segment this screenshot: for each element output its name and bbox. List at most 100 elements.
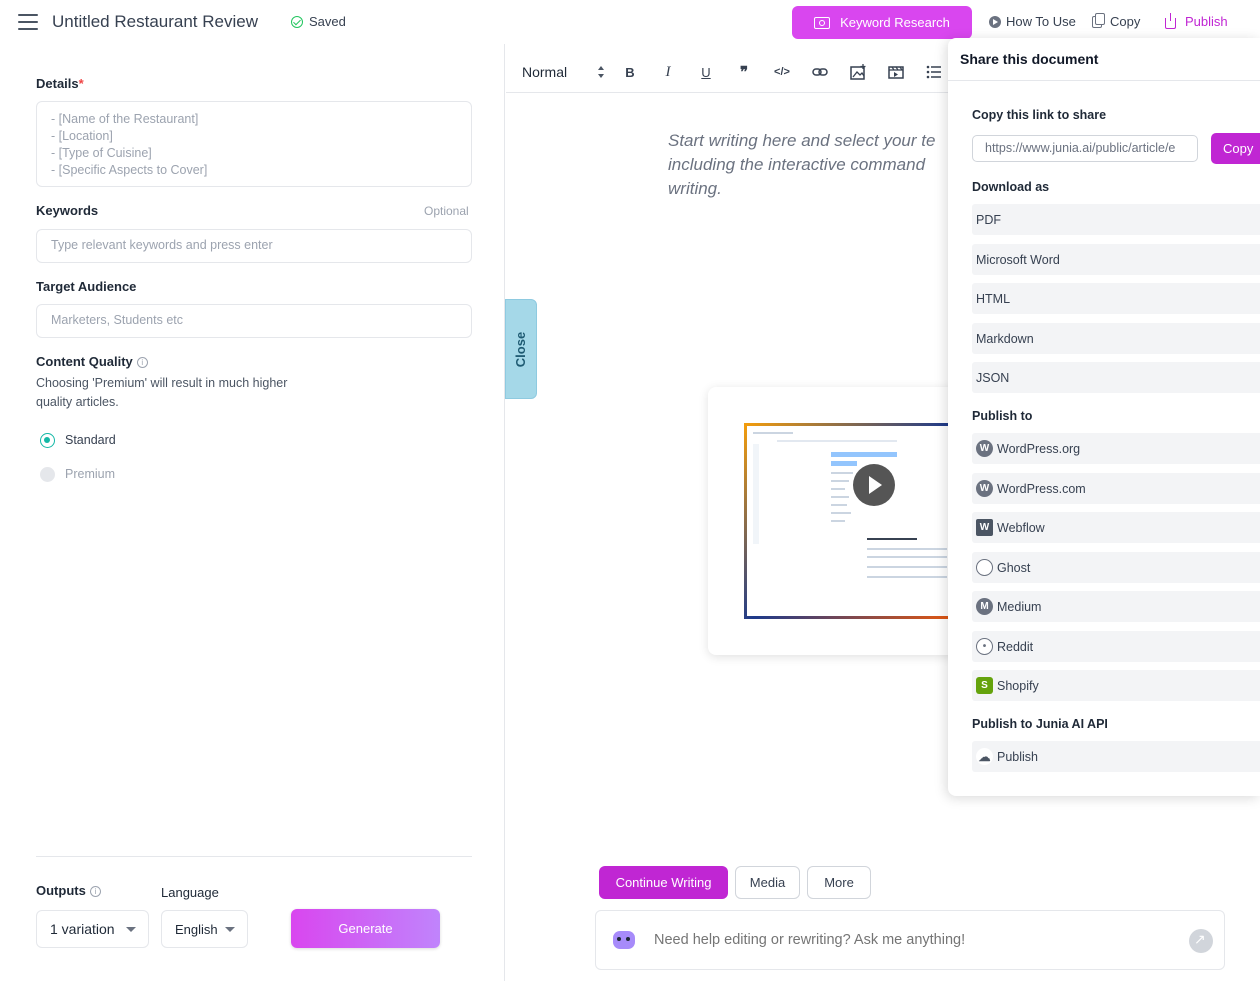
more-button[interactable]: More <box>807 866 871 899</box>
keyword-research-button[interactable]: Keyword Research <box>792 6 972 39</box>
details-field[interactable]: - [Name of the Restaurant] - [Location] … <box>36 101 472 187</box>
download-html[interactable]: HTML <box>972 283 1260 314</box>
details-label-text: Details <box>36 76 79 91</box>
outputs-select[interactable]: 1 variation <box>36 910 149 948</box>
generate-button[interactable]: Generate <box>291 909 440 948</box>
publish-junia-api[interactable]: ☁ Publish <box>972 741 1260 772</box>
reddit-icon: • <box>976 638 993 655</box>
download-as-label: Download as <box>972 180 1050 194</box>
publish-medium[interactable]: M Medium <box>972 591 1260 622</box>
how-to-use-button[interactable]: How To Use <box>989 14 1076 29</box>
share-icon <box>1165 12 1176 29</box>
media-button[interactable]: Media <box>735 866 800 899</box>
info-icon[interactable]: i <box>89 886 101 898</box>
check-circle-icon <box>291 15 303 28</box>
text-style-select[interactable]: Normal <box>522 64 567 80</box>
image-icon[interactable] <box>848 62 868 82</box>
thumb-line <box>831 512 851 514</box>
publish-webflow[interactable]: W Webflow <box>972 512 1260 543</box>
link-icon[interactable] <box>810 62 830 82</box>
language-label: Language <box>161 885 219 900</box>
play-video-icon[interactable] <box>853 464 895 506</box>
wordpress-icon: W <box>976 480 993 497</box>
copy-label: Copy <box>1110 14 1141 29</box>
tutorial-video-card[interactable] <box>708 387 958 655</box>
content-quality-label: Content Quality i <box>36 354 148 369</box>
publish-reddit[interactable]: • Reddit <box>972 631 1260 662</box>
italic-icon[interactable]: I <box>658 62 678 82</box>
required-mark: * <box>78 76 84 91</box>
list-icon[interactable] <box>924 62 944 82</box>
caret-down-icon <box>225 927 235 932</box>
thumb-line <box>831 496 849 498</box>
download-option-label: JSON <box>976 370 1010 385</box>
video-icon[interactable] <box>886 62 906 82</box>
thumb-line <box>831 520 845 522</box>
target-audience-label: Target Audience <box>36 279 137 294</box>
thumb-line <box>831 504 847 506</box>
publish-ghost[interactable]: Ghost <box>972 552 1260 583</box>
copy-button[interactable]: Copy <box>1092 12 1141 29</box>
continue-writing-button[interactable]: Continue Writing <box>599 866 728 899</box>
send-icon[interactable] <box>1189 929 1213 953</box>
video-thumbnail <box>744 423 958 619</box>
publish-target-label: WordPress.com <box>997 481 1086 496</box>
editor-placeholder[interactable]: Start writing here and select your te in… <box>668 129 958 201</box>
publish-target-label: Webflow <box>997 520 1045 535</box>
keywords-optional: Optional <box>424 204 469 218</box>
menu-icon[interactable] <box>18 14 38 30</box>
publish-wordpress-com[interactable]: W WordPress.com <box>972 473 1260 504</box>
share-link-input[interactable]: https://www.junia.ai/public/article/e <box>972 135 1198 162</box>
thumb-line <box>867 556 947 558</box>
publish-wordpress-org[interactable]: W WordPress.org <box>972 433 1260 464</box>
divider <box>36 856 472 857</box>
copy-icon <box>1092 12 1105 28</box>
keywords-input[interactable]: Type relevant keywords and press enter <box>36 229 472 263</box>
bold-icon[interactable]: B <box>620 62 640 82</box>
close-tab-label: Close <box>513 331 529 367</box>
language-select[interactable]: English <box>161 910 248 948</box>
underline-icon[interactable]: U <box>696 62 716 82</box>
code-icon[interactable]: </> <box>772 62 792 82</box>
download-option-label: HTML <box>976 291 1011 306</box>
copy-link-button[interactable]: Copy <box>1211 133 1260 164</box>
publish-shopify[interactable]: S Shopify <box>972 670 1260 701</box>
close-panel-tab[interactable]: Close <box>505 299 537 399</box>
saved-label: Saved <box>309 14 346 29</box>
saved-status: Saved <box>291 14 346 29</box>
share-document-panel: Share this document Copy this link to sh… <box>948 38 1260 796</box>
document-title[interactable]: Untitled Restaurant Review <box>52 12 258 32</box>
publish-button[interactable]: Publish <box>1165 12 1228 29</box>
wordpress-icon: W <box>976 440 993 457</box>
target-audience-input[interactable]: Marketers, Students etc <box>36 304 472 338</box>
content-quality-text: Content Quality <box>36 354 133 369</box>
webflow-icon: W <box>976 519 993 536</box>
download-word[interactable]: Microsoft Word <box>972 244 1260 275</box>
ghost-icon <box>976 559 993 576</box>
info-icon[interactable]: i <box>136 357 148 369</box>
junia-api-label: Publish to Junia AI API <box>972 717 1108 731</box>
thumb-line <box>867 538 917 540</box>
divider <box>948 80 1260 81</box>
download-json[interactable]: JSON <box>972 362 1260 393</box>
quote-icon[interactable]: ❞ <box>734 62 754 82</box>
download-option-label: Markdown <box>976 331 1034 346</box>
updown-icon <box>598 66 604 78</box>
publish-target-label: Ghost <box>997 560 1031 575</box>
standard-radio[interactable] <box>40 433 55 448</box>
premium-radio-label: Premium <box>65 467 116 481</box>
download-markdown[interactable]: Markdown <box>972 323 1260 354</box>
keyword-research-icon <box>814 16 831 29</box>
premium-radio[interactable] <box>40 467 55 482</box>
thumb-line <box>867 566 947 568</box>
thumb-line <box>777 440 897 442</box>
ask-ai-input[interactable] <box>654 932 1174 948</box>
shopify-icon: S <box>976 677 993 694</box>
publish-target-label: Reddit <box>997 639 1034 654</box>
ai-assistant-box <box>595 910 1225 970</box>
how-to-use-label: How To Use <box>1006 14 1076 29</box>
content-quality-help: Choosing 'Premium' will result in much h… <box>36 376 288 409</box>
download-pdf[interactable]: PDF <box>972 204 1260 235</box>
publish-target-label: WordPress.org <box>997 441 1081 456</box>
standard-radio-label: Standard <box>65 433 116 447</box>
